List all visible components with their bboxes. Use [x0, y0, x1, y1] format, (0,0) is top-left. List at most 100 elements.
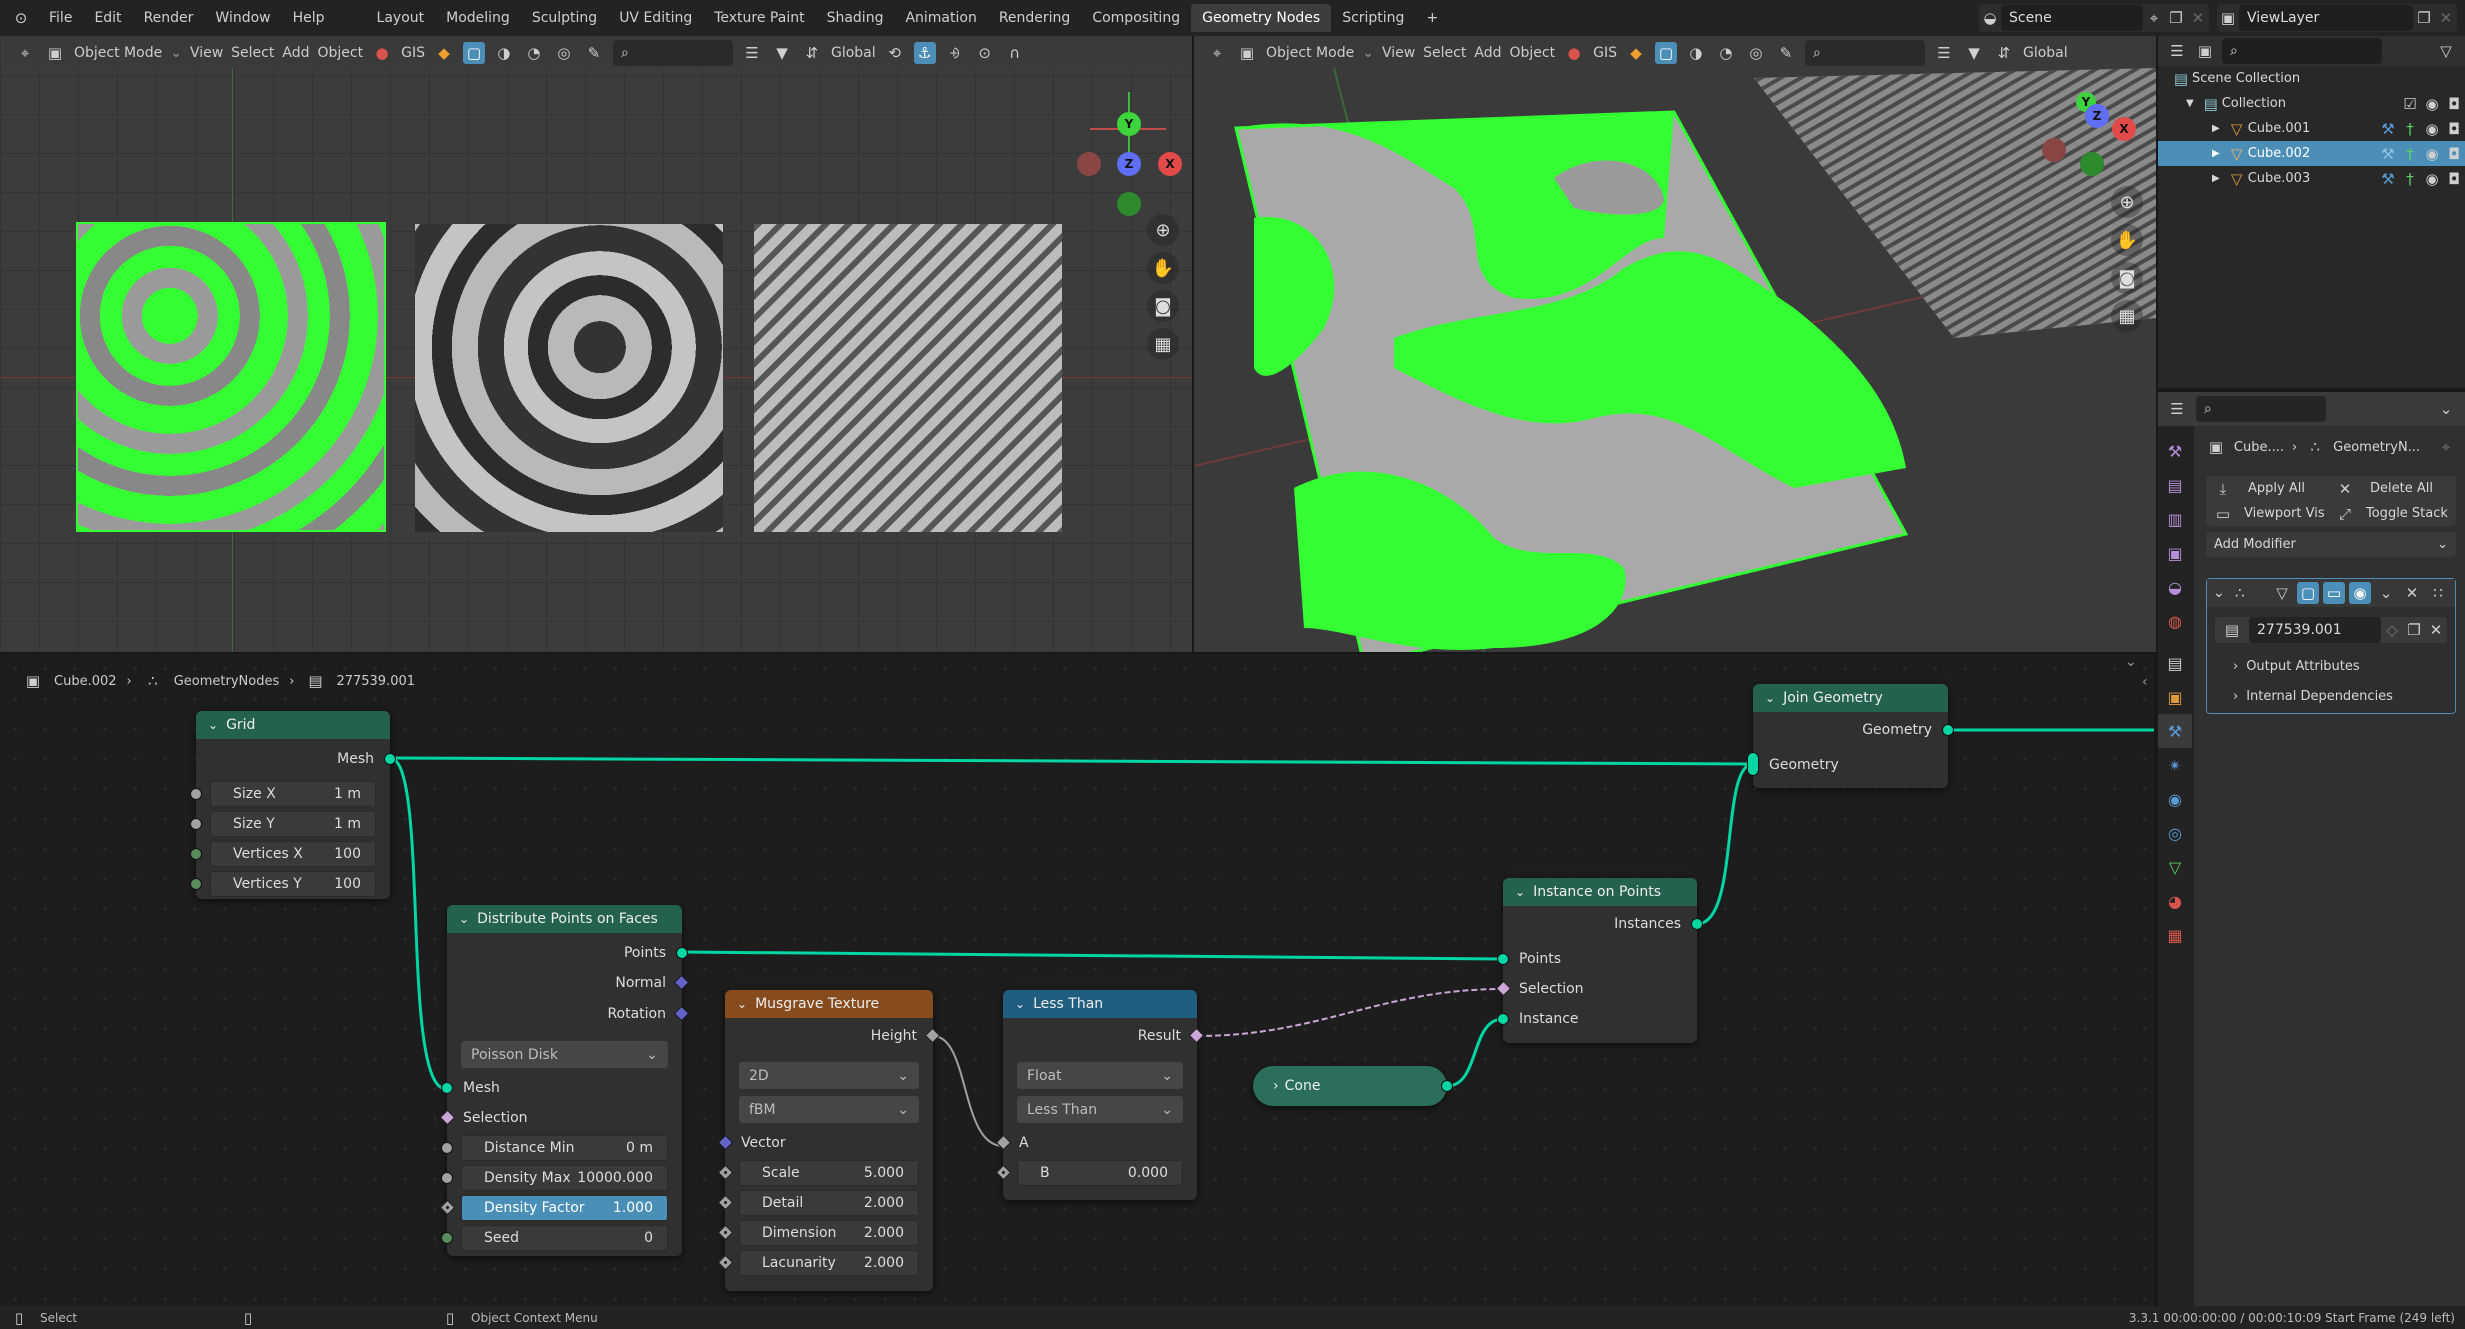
- viewport-search[interactable]: ⌕: [612, 40, 733, 66]
- object-mode-dropdown[interactable]: Object Mode: [1266, 45, 1354, 61]
- color-wheel-icon[interactable]: ◆: [433, 42, 455, 64]
- workspace-tab-geometry-nodes[interactable]: Geometry Nodes: [1191, 4, 1332, 32]
- snap-target-icon[interactable]: ⨮: [944, 42, 966, 64]
- collapse-chevron-icon[interactable]: ⌄: [459, 912, 469, 926]
- unlink-icon[interactable]: ✕: [2425, 619, 2447, 641]
- node-header[interactable]: ⌄ Join Geometry: [1753, 684, 1948, 712]
- expand-arrow-icon[interactable]: ▶: [2212, 173, 2220, 184]
- collapse-header-icon[interactable]: ⌄: [2125, 654, 2137, 670]
- socket-size-x[interactable]: [190, 788, 202, 800]
- compare-operation-dropdown[interactable]: Less Than ⌄: [1017, 1096, 1183, 1123]
- modifier-wrench-icon[interactable]: ⚒: [2377, 143, 2399, 165]
- workspace-tab-shading[interactable]: Shading: [816, 4, 895, 32]
- workspace-tab-scripting[interactable]: Scripting: [1331, 4, 1415, 32]
- node-cone-collapsed[interactable]: › Cone: [1253, 1066, 1453, 1106]
- viewport-vis-button[interactable]: ▭ Viewport Vis: [2206, 503, 2334, 525]
- input-density-factor[interactable]: Density Factor 1.000: [461, 1195, 668, 1221]
- input-detail[interactable]: Detail 2.000: [739, 1190, 919, 1216]
- menu-object[interactable]: Object: [1509, 45, 1555, 61]
- node-less-than[interactable]: ⌄ Less Than Result Float ⌄ Less Than ⌄ A B 0…: [995, 990, 1205, 1200]
- gizmo-z-axis[interactable]: Z: [2085, 104, 2109, 128]
- input-size-x[interactable]: Size X 1 m: [210, 781, 376, 807]
- blender-logo-icon[interactable]: ⊙: [10, 7, 32, 29]
- eye-icon[interactable]: ◉: [2421, 143, 2443, 165]
- tab-texture-icon[interactable]: ▦: [2158, 918, 2192, 952]
- expand-chevron-icon[interactable]: ›: [1273, 1078, 1279, 1094]
- chevron-down-icon[interactable]: ⌄: [2375, 582, 2397, 604]
- view-layer-icon[interactable]: ▣: [2217, 7, 2239, 29]
- internal-dependencies-subpanel[interactable]: › Internal Dependencies: [2233, 683, 2455, 709]
- eye-icon[interactable]: ◉: [2421, 118, 2443, 140]
- addon-icon[interactable]: ●: [1563, 42, 1585, 64]
- properties-search[interactable]: ⌕: [2196, 396, 2326, 422]
- outliner-object-row[interactable]: ▶ ▽ Cube.001 ⚒ † ◉ ◘: [2158, 116, 2465, 141]
- proportional-edit-icon[interactable]: ⊙: [974, 42, 996, 64]
- menu-select[interactable]: Select: [1423, 45, 1466, 61]
- editor-type-icon[interactable]: ⌖: [1206, 42, 1228, 64]
- workspace-tab-texture-paint[interactable]: Texture Paint: [703, 4, 815, 32]
- menu-edit[interactable]: Edit: [83, 10, 132, 26]
- viewport-search[interactable]: ⌕: [1804, 40, 1925, 66]
- collapse-chevron-icon[interactable]: ⌄: [1515, 885, 1525, 899]
- object-mode-dropdown[interactable]: Object Mode: [74, 45, 162, 61]
- input-lacunarity[interactable]: Lacunarity 2.000: [739, 1250, 919, 1276]
- plane-cube-002-selected[interactable]: [76, 222, 386, 532]
- node-musgrave-texture[interactable]: ⌄ Musgrave Texture Height 2D ⌄ fBM ⌄ Vector…: [717, 990, 941, 1291]
- pan-hand-icon[interactable]: ✋: [1147, 252, 1179, 284]
- scene-icon[interactable]: ◒: [1979, 7, 2001, 29]
- paint-icon[interactable]: ✎: [1775, 42, 1797, 64]
- socket-points-input[interactable]: [1497, 953, 1509, 965]
- shading-rendered-icon[interactable]: ◎: [553, 42, 575, 64]
- menu-object[interactable]: Object: [317, 45, 363, 61]
- gizmo-y-axis[interactable]: Y: [1117, 112, 1141, 136]
- render-camera-icon[interactable]: ◘: [2443, 143, 2465, 165]
- falloff-icon[interactable]: ∩: [1004, 42, 1026, 64]
- layer-icon[interactable]: ☰: [741, 42, 763, 64]
- checkbox-icon[interactable]: ☑: [2399, 93, 2421, 115]
- transform-orientation-icon[interactable]: ⇵: [1993, 42, 2015, 64]
- node-header[interactable]: ⌄ Distribute Points on Faces: [447, 905, 682, 933]
- render-camera-icon[interactable]: ◘: [2443, 168, 2465, 190]
- pan-hand-icon[interactable]: ✋: [2111, 224, 2143, 256]
- gizmo-neg-y-axis[interactable]: [1117, 192, 1141, 216]
- tab-material-icon[interactable]: ◕: [2158, 884, 2192, 918]
- socket-cone-mesh-output[interactable]: [1441, 1080, 1453, 1092]
- snap-icon[interactable]: ⚓: [913, 42, 936, 64]
- gizmo-neg-x-axis[interactable]: [2042, 138, 2066, 162]
- expand-arrow-icon[interactable]: ▼: [2186, 98, 2194, 109]
- shading-rendered-icon[interactable]: ◎: [1745, 42, 1767, 64]
- expand-arrow-icon[interactable]: ▶: [2212, 148, 2220, 159]
- collapse-chevron-icon[interactable]: ⌄: [1765, 691, 1775, 705]
- edit-mode-icon[interactable]: ▽: [2271, 582, 2293, 604]
- zoom-icon[interactable]: ⊕: [1147, 214, 1179, 246]
- input-density-max[interactable]: Density Max 10000.000: [461, 1165, 668, 1191]
- compare-data-type-dropdown[interactable]: Float ⌄: [1017, 1062, 1183, 1089]
- musgrave-type-dropdown[interactable]: fBM ⌄: [739, 1096, 919, 1123]
- remove-view-layer-icon[interactable]: ✕: [2435, 7, 2457, 29]
- filter-icon[interactable]: ▼: [771, 42, 793, 64]
- duplicate-icon[interactable]: ❐: [2403, 619, 2425, 641]
- eye-icon[interactable]: ◉: [2421, 93, 2443, 115]
- shading-material-icon[interactable]: ◔: [523, 42, 545, 64]
- addon-icon[interactable]: ●: [371, 42, 393, 64]
- socket-mesh-input[interactable]: [441, 1082, 453, 1094]
- socket-instances-output[interactable]: [1691, 918, 1703, 930]
- collapse-chevron-icon[interactable]: ⌄: [208, 718, 218, 732]
- scene-name-field[interactable]: Scene: [2001, 5, 2143, 31]
- socket-instance-input[interactable]: [1497, 1013, 1509, 1025]
- node-grid[interactable]: ⌄ Grid Mesh Size X 1 m Size Y 1 m Vertices …: [190, 711, 396, 899]
- node-header[interactable]: ⌄ Musgrave Texture: [725, 990, 933, 1018]
- workspace-tab-rendering[interactable]: Rendering: [988, 4, 1082, 32]
- socket-size-y[interactable]: [190, 818, 202, 830]
- chevron-down-icon[interactable]: ⌄: [2435, 398, 2457, 420]
- menu-view[interactable]: View: [1382, 45, 1415, 61]
- tab-object-icon[interactable]: ▣: [2158, 680, 2192, 714]
- shading-material-icon[interactable]: ◔: [1715, 42, 1737, 64]
- input-distance-min[interactable]: Distance Min 0 m: [461, 1135, 668, 1161]
- viewport-perspective[interactable]: ⌖ ▣ Object Mode ⌄ View Select Add Object…: [1194, 36, 2156, 652]
- workspace-tab-sculpting[interactable]: Sculpting: [521, 4, 608, 32]
- pin-icon[interactable]: ⌖: [2143, 7, 2165, 29]
- view-layer-icon[interactable]: ▣: [2194, 40, 2216, 62]
- outliner-object-row[interactable]: ▶ ▽ Cube.003 ⚒ † ◉ ◘: [2158, 166, 2465, 191]
- socket-vertices-x[interactable]: [190, 848, 202, 860]
